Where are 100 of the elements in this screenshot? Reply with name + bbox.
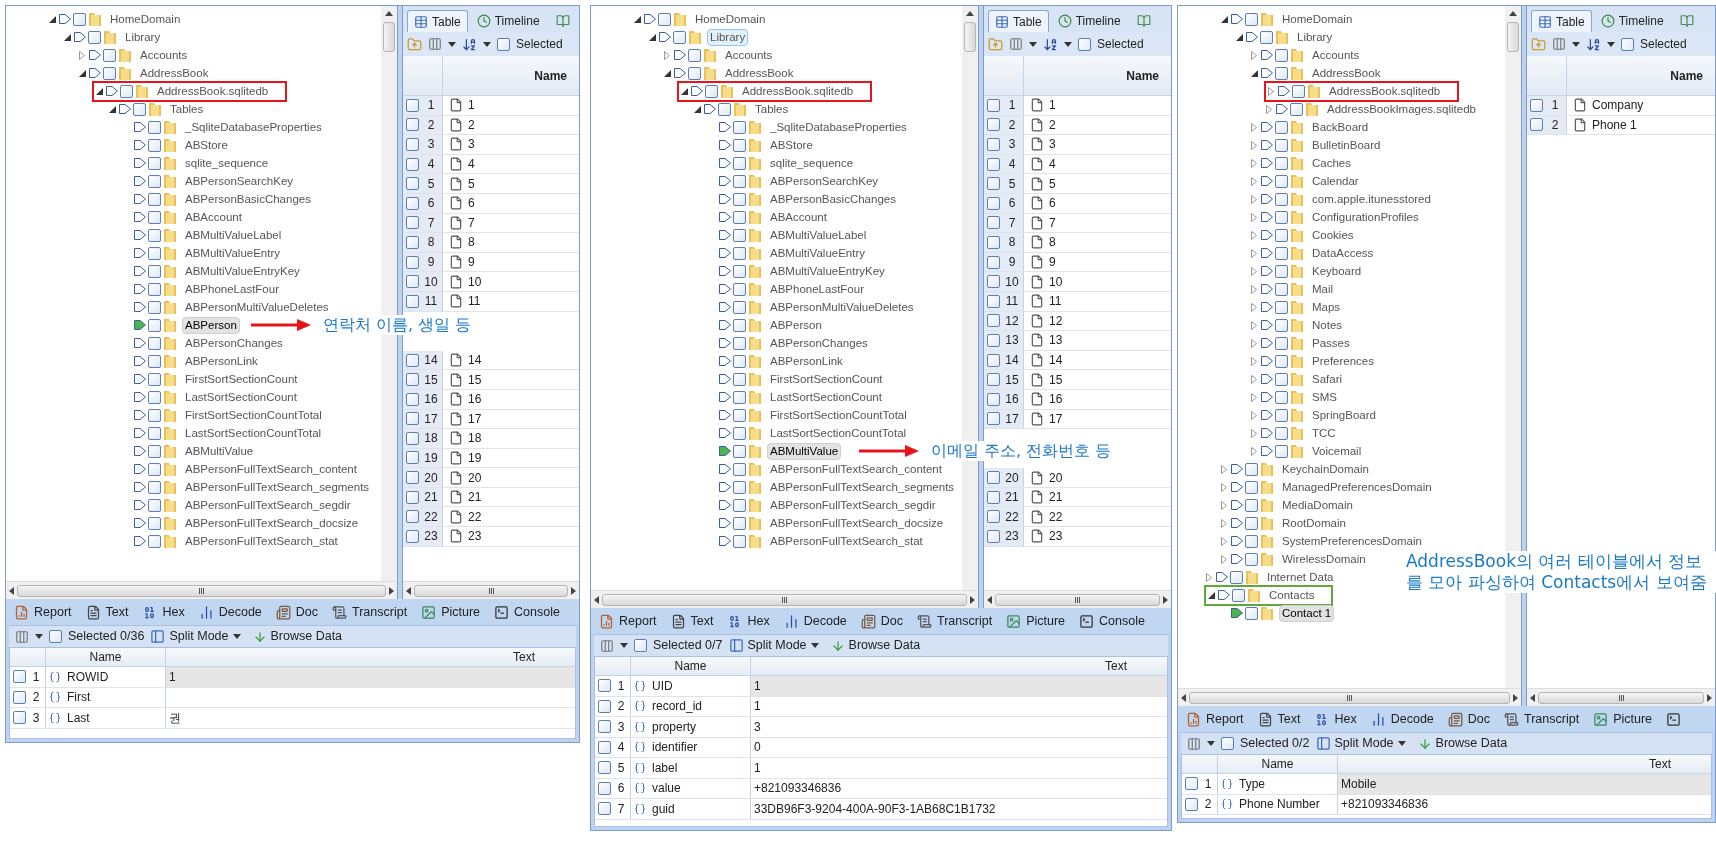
collapse-icon[interactable] <box>634 15 641 23</box>
checkbox[interactable] <box>1275 444 1288 458</box>
tree-item-label[interactable]: Notes <box>1309 316 1346 334</box>
checkbox[interactable] <box>733 516 746 530</box>
checkbox[interactable] <box>598 699 611 713</box>
view-tab[interactable]: Text <box>1257 709 1301 729</box>
tree-item-label[interactable]: Accounts <box>137 46 191 64</box>
checkbox[interactable] <box>733 444 746 458</box>
checkbox[interactable] <box>406 118 419 132</box>
checkbox[interactable] <box>987 314 1000 328</box>
checkbox[interactable] <box>1275 300 1288 314</box>
checkbox[interactable] <box>1621 37 1634 51</box>
tab[interactable]: Table <box>1531 10 1592 32</box>
checkbox[interactable] <box>148 228 161 242</box>
view-tab[interactable] <box>1666 711 1682 727</box>
tree-item-label[interactable]: ABPersonFullTextSearch_content <box>182 460 360 478</box>
view-tab[interactable]: Report <box>1186 709 1244 729</box>
collapse-icon[interactable] <box>49 15 56 23</box>
tree-item-label[interactable]: ABPersonSearchKey <box>182 172 297 190</box>
checkbox[interactable] <box>406 471 419 485</box>
expand-icon[interactable] <box>1251 356 1257 366</box>
checkbox[interactable] <box>148 516 161 530</box>
checkbox[interactable] <box>718 102 731 116</box>
checkbox[interactable] <box>148 480 161 494</box>
column-header[interactable]: Name <box>631 657 751 675</box>
scroll-up-icon[interactable] <box>966 11 974 16</box>
checkbox[interactable] <box>733 534 746 548</box>
tree-item-label[interactable]: BulletinBoard <box>1309 136 1384 154</box>
expand-icon[interactable] <box>1251 230 1257 240</box>
checkbox[interactable] <box>406 177 419 191</box>
checkbox[interactable] <box>987 490 1000 504</box>
tree-item-label[interactable]: FirstSortSectionCountTotal <box>182 406 325 424</box>
checkbox[interactable] <box>49 630 62 643</box>
view-tab[interactable]: Picture <box>1006 611 1066 631</box>
checkbox[interactable] <box>987 196 1000 210</box>
tree-item-label[interactable]: ABAccount <box>767 208 830 226</box>
checkbox[interactable] <box>406 392 419 406</box>
checkbox[interactable] <box>1245 516 1258 530</box>
view-tab[interactable]: Doc <box>860 611 904 631</box>
expand-icon[interactable] <box>1251 266 1257 276</box>
checkbox[interactable] <box>406 196 419 210</box>
tree-item-label[interactable]: Safari <box>1309 370 1346 388</box>
view-tab[interactable]: Text <box>85 602 129 622</box>
tree-item-label[interactable]: ABPersonFullTextSearch_content <box>767 460 945 478</box>
checkbox[interactable] <box>598 679 611 693</box>
split-mode-button[interactable]: Split Mode <box>1315 734 1406 753</box>
horizontal-scrollbar[interactable] <box>591 590 978 608</box>
tree-item-label[interactable]: sqlite_sequence <box>182 154 272 172</box>
tree-item-label[interactable]: Library <box>122 28 164 46</box>
checkbox[interactable] <box>148 444 161 458</box>
scroll-left-icon[interactable] <box>9 586 14 595</box>
checkbox[interactable] <box>733 318 746 332</box>
browse-data-button[interactable]: Browse Data <box>1417 734 1508 753</box>
data-row[interactable]: 5 label 1 <box>595 758 1167 779</box>
tree-item-label[interactable]: Keyboard <box>1309 262 1365 280</box>
expand-icon[interactable] <box>1251 140 1257 150</box>
scroll-thumb[interactable] <box>964 22 976 52</box>
expand-icon[interactable] <box>1221 500 1227 510</box>
tree-item-label[interactable]: ABPhoneLastFour <box>767 280 867 298</box>
columns-icon[interactable] <box>1552 37 1566 51</box>
tree-item-label[interactable]: LastSortSectionCount <box>767 388 885 406</box>
checkbox[interactable] <box>103 66 116 80</box>
checkbox[interactable] <box>658 12 671 26</box>
checkbox[interactable] <box>987 157 1000 171</box>
tree-item-label[interactable]: Maps <box>1309 298 1344 316</box>
tree-item-label[interactable]: com.apple.itunesstored <box>1309 190 1434 208</box>
tree-item-label[interactable]: ABPersonFullTextSearch_segdir <box>767 496 939 514</box>
checkbox[interactable] <box>133 102 146 116</box>
checkbox[interactable] <box>1530 118 1543 132</box>
checkbox[interactable] <box>13 711 26 725</box>
column-header[interactable]: Text <box>166 648 575 666</box>
checkbox[interactable] <box>148 264 161 278</box>
checkbox[interactable] <box>1275 120 1288 134</box>
tree-item-label[interactable]: ABMultiValue <box>182 442 257 460</box>
scroll-thumb[interactable] <box>383 22 395 52</box>
expand-icon[interactable] <box>1251 410 1257 420</box>
expand-icon[interactable] <box>1221 518 1227 528</box>
checkbox[interactable] <box>148 426 161 440</box>
collapse-icon[interactable] <box>649 33 656 41</box>
data-row[interactable]: 1 ROWID 1 <box>10 667 575 688</box>
scroll-left-icon[interactable] <box>406 586 411 595</box>
checkbox[interactable] <box>1245 480 1258 494</box>
tree-item-label[interactable]: ABPersonFullTextSearch_stat <box>182 532 341 550</box>
expand-icon[interactable] <box>1221 482 1227 492</box>
tree-item-label[interactable]: ABStore <box>182 136 231 154</box>
horizontal-scrollbar[interactable] <box>403 581 579 599</box>
checkbox[interactable] <box>733 354 746 368</box>
expand-icon[interactable] <box>1268 86 1274 96</box>
scroll-thumb[interactable] <box>1538 691 1704 704</box>
view-tab[interactable]: Console <box>494 602 560 622</box>
columns-icon[interactable] <box>600 638 614 653</box>
checkbox[interactable] <box>148 372 161 386</box>
checkbox[interactable] <box>987 235 1000 249</box>
tree-item-label[interactable]: KeychainDomain <box>1279 460 1372 478</box>
expand-icon[interactable] <box>1251 302 1257 312</box>
tree-item-label[interactable]: Cookies <box>1309 226 1357 244</box>
tree-item-label[interactable]: ManagedPreferencesDomain <box>1279 478 1435 496</box>
view-tab[interactable]: Text <box>670 611 714 631</box>
tree-item-label[interactable]: HomeDomain <box>692 10 769 28</box>
horizontal-scrollbar[interactable] <box>1527 688 1715 706</box>
